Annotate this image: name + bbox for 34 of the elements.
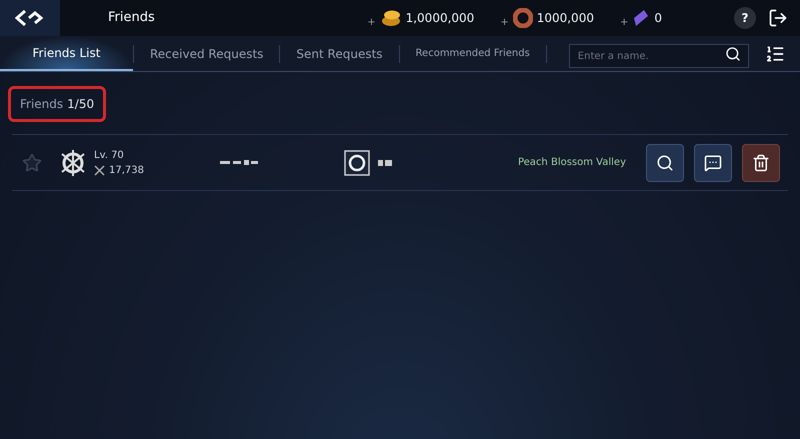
obscured-name xyxy=(220,158,258,166)
delete-button[interactable] xyxy=(742,144,780,182)
help-button[interactable]: ? xyxy=(734,7,756,29)
currency-amount: 0 xyxy=(654,10,662,27)
view-button[interactable] xyxy=(646,144,684,182)
tab[interactable]: Sent Requests xyxy=(280,36,399,71)
back-icon[interactable] xyxy=(15,9,45,27)
plus-sign[interactable]: + xyxy=(500,14,509,30)
ring-icon xyxy=(512,8,533,28)
obscured-guild-name xyxy=(378,158,392,166)
guild-emblem-icon xyxy=(342,148,372,178)
search-field[interactable]: Enter a name. xyxy=(568,44,749,68)
level-text: Lv. 70 xyxy=(94,148,125,162)
plus-sign[interactable]: + xyxy=(367,14,376,30)
chat-button[interactable] xyxy=(694,144,732,182)
sort-list-icon[interactable] xyxy=(764,44,785,64)
currency-amount: 1000,000 xyxy=(536,10,594,27)
location-text: Peach Blossom Valley xyxy=(518,156,626,170)
favorite-star-icon[interactable] xyxy=(22,152,42,172)
tab[interactable]: Received Requests xyxy=(134,36,280,71)
tab[interactable]: Friends List xyxy=(0,36,133,71)
search-icon xyxy=(656,154,674,172)
friend-count: Friends 1/50 xyxy=(8,86,106,122)
tab[interactable]: Recommended Friends xyxy=(400,36,546,71)
coin-stack-icon xyxy=(380,9,402,27)
page-title: Friends xyxy=(108,9,155,28)
currency-amount: 1,0000,000 xyxy=(406,10,474,27)
search-icon[interactable] xyxy=(724,46,741,62)
chat-icon xyxy=(704,154,722,172)
exit-icon[interactable] xyxy=(768,8,788,28)
crystal-icon xyxy=(632,8,650,28)
plus-sign[interactable]: + xyxy=(620,14,628,30)
power-text: 17,738 xyxy=(109,164,144,178)
trash-icon xyxy=(752,154,770,172)
